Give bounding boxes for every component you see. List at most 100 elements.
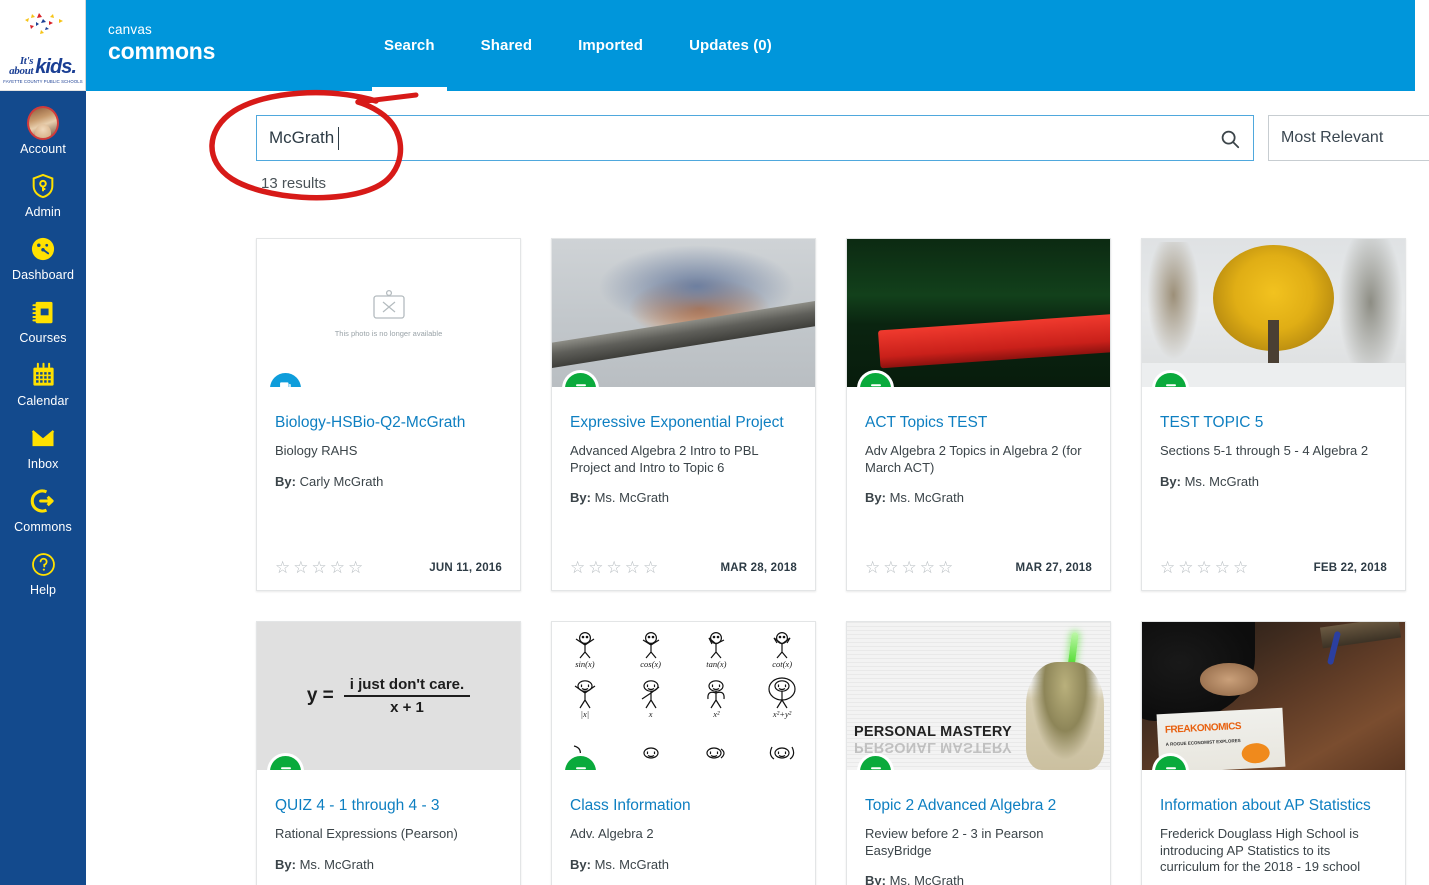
tab-updates[interactable]: Updates (0) (666, 0, 795, 91)
sort-dropdown[interactable]: Most Relevant (1268, 115, 1429, 161)
district-logo[interactable]: It's about kids. FAYETTE COUNTY PUBLIC S… (0, 0, 86, 91)
star-4[interactable]: ☆ (330, 559, 345, 576)
module-icon (573, 381, 589, 388)
star-4[interactable]: ☆ (625, 559, 640, 576)
star-1[interactable]: ☆ (570, 559, 585, 576)
card-thumbnail: sin(x) cos(x) tan(x) cot(x) |x| x x² x²+… (552, 622, 815, 770)
search-row: Most Relevant (256, 115, 1429, 161)
result-card[interactable]: TEST TOPIC 5 Sections 5-1 through 5 - 4 … (1141, 238, 1406, 591)
equation-denominator: x + 1 (390, 697, 424, 716)
search-input[interactable] (257, 116, 1253, 160)
rating-stars[interactable]: ☆ ☆ ☆ ☆ ☆ (570, 559, 658, 576)
person-hand (1200, 663, 1258, 696)
stick-cell: cos(x) (618, 622, 684, 671)
star-5[interactable]: ☆ (938, 559, 953, 576)
result-card[interactable]: FREAKONOMICS A ROGUE ECONOMIST EXPLORES … (1141, 621, 1406, 885)
rating-stars[interactable]: ☆ ☆ ☆ ☆ ☆ (1160, 559, 1248, 576)
stick-cell: tan(x) (684, 622, 750, 671)
shield-key-icon (27, 170, 59, 202)
card-footer: ☆ ☆ ☆ ☆ ☆ FEB 22, 2018 (1160, 559, 1387, 576)
sidebar-item-account[interactable]: Account (0, 99, 86, 162)
card-description: Adv. Algebra 2 (570, 826, 797, 843)
card-title-link[interactable]: Topic 2 Advanced Algebra 2 (865, 796, 1092, 815)
tab-imported[interactable]: Imported (555, 0, 666, 91)
stick-cell: x (618, 671, 684, 720)
content-type-badge-module (565, 373, 596, 387)
card-author-name: Ms. McGrath (1185, 474, 1259, 489)
module-icon (868, 764, 884, 771)
thumbnail-caption-reflection: PERSONAL MASTERY (854, 739, 1012, 755)
star-2[interactable]: ☆ (883, 559, 898, 576)
star-2[interactable]: ☆ (588, 559, 603, 576)
sort-value: Most Relevant (1281, 129, 1383, 147)
sidebar-item-inbox[interactable]: Inbox (0, 414, 86, 477)
star-2[interactable]: ☆ (1178, 559, 1193, 576)
card-title-link[interactable]: Information about AP Statistics (1160, 796, 1387, 815)
card-author: By: Ms. McGrath (1160, 474, 1387, 489)
card-description: Sections 5-1 through 5 - 4 Algebra 2 (1160, 443, 1387, 460)
card-title-link[interactable]: Expressive Exponential Project (570, 413, 797, 432)
result-card[interactable]: Expressive Exponential Project Advanced … (551, 238, 816, 591)
star-4[interactable]: ☆ (920, 559, 935, 576)
equation-graphic: y = i just don't care. x + 1 (307, 676, 470, 716)
sidebar-item-calendar[interactable]: Calendar (0, 351, 86, 414)
result-card[interactable]: y = i just don't care. x + 1 (256, 621, 521, 885)
broken-image-icon (370, 288, 408, 322)
results-grid: This photo is no longer available Biolog… (256, 238, 1429, 885)
card-body: QUIZ 4 - 1 through 4 - 3 Rational Expres… (257, 770, 520, 872)
card-thumbnail (552, 239, 815, 387)
card-title-link[interactable]: ACT Topics TEST (865, 413, 1092, 432)
star-3[interactable]: ☆ (902, 559, 917, 576)
sidebar-item-courses[interactable]: Courses (0, 288, 86, 351)
sidebar-item-commons[interactable]: Commons (0, 477, 86, 540)
card-title-link[interactable]: QUIZ 4 - 1 through 4 - 3 (275, 796, 502, 815)
card-footer: ☆ ☆ ☆ ☆ ☆ JUN 11, 2016 (275, 559, 502, 576)
search-icon[interactable] (1219, 128, 1241, 150)
search-box[interactable] (256, 115, 1254, 161)
book-cover-apple (1241, 743, 1270, 765)
commons-brand: canvas commons (108, 22, 215, 64)
star-5[interactable]: ☆ (348, 559, 363, 576)
star-1[interactable]: ☆ (1160, 559, 1175, 576)
star-5[interactable]: ☆ (1233, 559, 1248, 576)
star-3[interactable]: ☆ (607, 559, 622, 576)
rating-stars[interactable]: ☆ ☆ ☆ ☆ ☆ (275, 559, 363, 576)
star-1[interactable]: ☆ (865, 559, 880, 576)
card-author: By: Carly McGrath (275, 474, 502, 489)
card-description: Adv Algebra 2 Topics in Algebra 2 (for M… (865, 443, 1092, 476)
logo-word-kids: kids. (35, 59, 76, 76)
star-2[interactable]: ☆ (293, 559, 308, 576)
content-type-badge-module (860, 373, 891, 387)
stick-cell: sin(x) (552, 622, 618, 671)
sidebar-item-dashboard[interactable]: Dashboard (0, 225, 86, 288)
sidebar-label-account: Account (20, 142, 66, 156)
star-3[interactable]: ☆ (312, 559, 327, 576)
result-card[interactable]: PERSONAL MASTERY PERSONAL MASTERY Topic … (846, 621, 1111, 885)
stick-label: cot(x) (772, 659, 792, 669)
card-description: Rational Expressions (Pearson) (275, 826, 502, 843)
result-card[interactable]: This photo is no longer available Biolog… (256, 238, 521, 591)
result-card[interactable]: sin(x) cos(x) tan(x) cot(x) |x| x x² x²+… (551, 621, 816, 885)
card-title-link[interactable]: Biology-HSBio-Q2-McGrath (275, 413, 502, 432)
text-cursor (338, 127, 339, 150)
card-body: Expressive Exponential Project Advanced … (552, 387, 815, 505)
question-circle-icon (27, 548, 59, 580)
card-body: Biology-HSBio-Q2-McGrath Biology RAHS By… (257, 387, 520, 489)
brand-commons: commons (108, 38, 215, 64)
card-author: By: Ms. McGrath (275, 857, 502, 872)
rating-stars[interactable]: ☆ ☆ ☆ ☆ ☆ (865, 559, 953, 576)
star-3[interactable]: ☆ (1197, 559, 1212, 576)
star-1[interactable]: ☆ (275, 559, 290, 576)
sidebar-item-admin[interactable]: Admin (0, 162, 86, 225)
card-title-link[interactable]: Class Information (570, 796, 797, 815)
tab-search[interactable]: Search (361, 0, 458, 91)
side-tree-left (1147, 242, 1200, 360)
sidebar-item-help[interactable]: Help (0, 540, 86, 603)
result-card[interactable]: ACT Topics TEST Adv Algebra 2 Topics in … (846, 238, 1111, 591)
card-author-name: Carly McGrath (300, 474, 384, 489)
star-4[interactable]: ☆ (1215, 559, 1230, 576)
tab-shared[interactable]: Shared (458, 0, 555, 91)
star-5[interactable]: ☆ (643, 559, 658, 576)
card-title-link[interactable]: TEST TOPIC 5 (1160, 413, 1387, 432)
main-tabs: Search Shared Imported Updates (0) (361, 0, 795, 91)
